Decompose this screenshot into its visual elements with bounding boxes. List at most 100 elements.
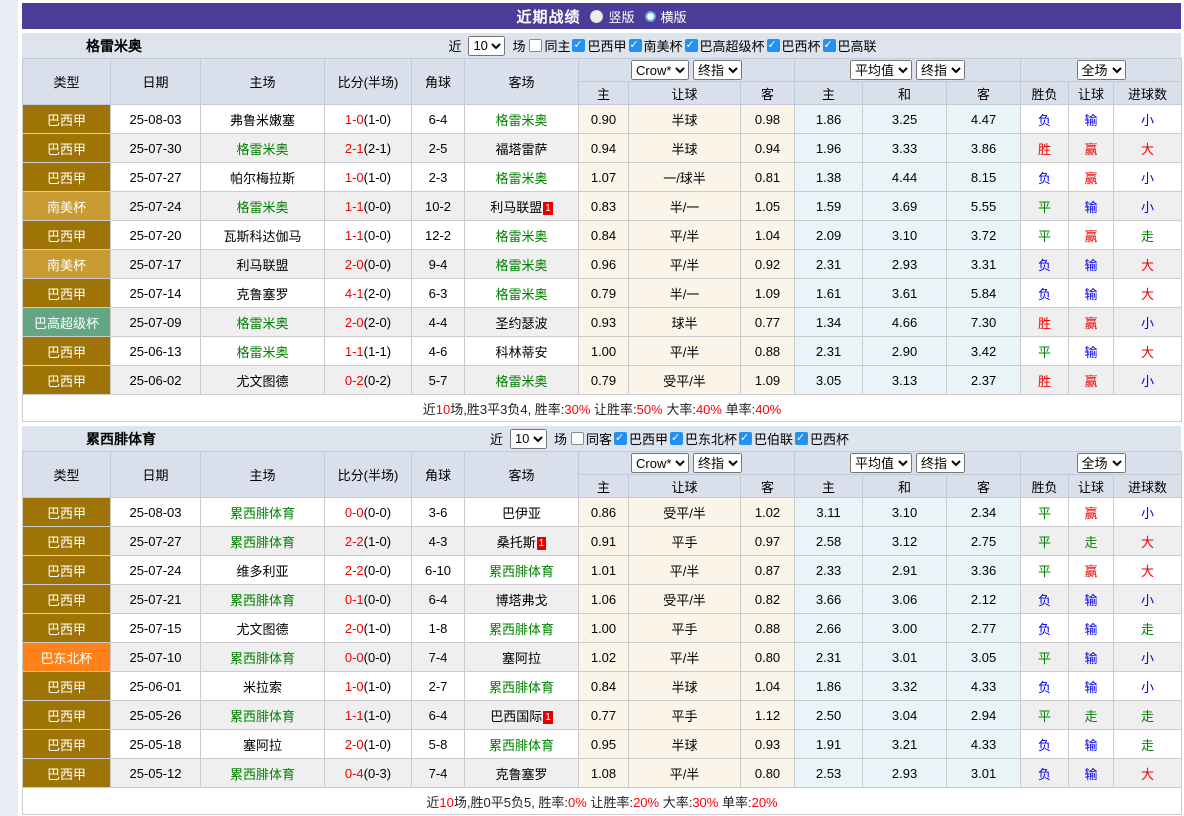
home-team-link[interactable]: 格雷米奥 bbox=[236, 345, 288, 360]
away-team-link[interactable]: 克鲁塞罗 bbox=[495, 767, 547, 782]
home-team-link[interactable]: 累西腓体育 bbox=[230, 709, 295, 724]
away-team-link[interactable]: 格雷米奥 bbox=[495, 287, 547, 302]
scope-select[interactable]: 全场 bbox=[1077, 453, 1126, 473]
horizontal-layout-radio[interactable]: 横版 bbox=[645, 7, 687, 26]
home-team-link[interactable]: 塞阿拉 bbox=[243, 738, 282, 753]
home-team-link[interactable]: 尤文图德 bbox=[236, 622, 288, 637]
away-team-link[interactable]: 格雷米奥 bbox=[495, 171, 547, 186]
average-odds-cell: 3.13 bbox=[863, 366, 947, 395]
home-team-link[interactable]: 累西腓体育 bbox=[230, 593, 295, 608]
result-cell: 小 bbox=[1114, 105, 1182, 134]
league-checkbox-label: 巴伯联 bbox=[754, 429, 793, 448]
home-team-link[interactable]: 累西腓体育 bbox=[230, 506, 295, 521]
away-team-link[interactable]: 福塔雷萨 bbox=[495, 142, 547, 157]
bookmaker-select[interactable]: Crow* bbox=[631, 453, 689, 473]
away-team-link[interactable]: 格雷米奥 bbox=[495, 113, 547, 128]
home-team-link[interactable]: 米拉索 bbox=[243, 680, 282, 695]
away-team-link[interactable]: 累西腓体育 bbox=[489, 680, 554, 695]
full-time-score: 2-0 bbox=[345, 737, 364, 752]
left-margin-strip bbox=[0, 0, 18, 816]
league-checkbox[interactable]: 南美杯 bbox=[629, 36, 683, 55]
home-team-link[interactable]: 克鲁塞罗 bbox=[236, 287, 288, 302]
away-team-link[interactable]: 博塔弗戈 bbox=[495, 593, 547, 608]
result-cell: 大 bbox=[1114, 556, 1182, 585]
home-team-link[interactable]: 利马联盟 bbox=[236, 258, 288, 273]
league-checkbox[interactable]: 巴西甲 bbox=[614, 429, 668, 448]
average-odds-cell: 3.42 bbox=[947, 337, 1021, 366]
corner-cell: 6-3 bbox=[412, 279, 465, 308]
half-time-score: (2-1) bbox=[364, 141, 391, 156]
home-team-link[interactable]: 累西腓体育 bbox=[230, 535, 295, 550]
home-team-link[interactable]: 瓦斯科达伽马 bbox=[223, 229, 301, 244]
away-team-link[interactable]: 圣约瑟波 bbox=[495, 316, 547, 331]
home-team-link[interactable]: 累西腓体育 bbox=[230, 651, 295, 666]
home-team-link[interactable]: 维多利亚 bbox=[236, 564, 288, 579]
away-team-cell: 累西腓体育 bbox=[465, 614, 579, 643]
summary-stat-value: 40% bbox=[755, 402, 781, 417]
away-team-link[interactable]: 巴伊亚 bbox=[502, 506, 541, 521]
away-team-link[interactable]: 累西腓体育 bbox=[489, 622, 554, 637]
result-cell: 胜 bbox=[1021, 308, 1069, 337]
away-team-link[interactable]: 巴西国际 bbox=[490, 709, 542, 724]
away-team-link[interactable]: 利马联盟 bbox=[490, 200, 542, 215]
home-team-link[interactable]: 帕尔梅拉斯 bbox=[230, 171, 295, 186]
home-team-cell: 维多利亚 bbox=[201, 556, 325, 585]
average-odds-cell: 2.58 bbox=[795, 527, 863, 556]
away-team-link[interactable]: 格雷米奥 bbox=[495, 374, 547, 389]
table-body: 巴西甲25-08-03弗鲁米嫩塞1-0(1-0)6-4格雷米奥0.90半球0.9… bbox=[23, 105, 1182, 422]
away-team-link[interactable]: 累西腓体育 bbox=[489, 564, 554, 579]
league-checkbox[interactable]: 巴西甲 bbox=[572, 36, 626, 55]
checked-checkbox-icon bbox=[795, 432, 808, 445]
column-header: 角球 bbox=[412, 452, 465, 498]
odds-stage-select[interactable]: 终指 bbox=[916, 453, 965, 473]
away-team-link[interactable]: 格雷米奥 bbox=[495, 258, 547, 273]
league-checkbox[interactable]: 巴西杯 bbox=[767, 36, 821, 55]
same-side-checkbox-label: 同主 bbox=[544, 36, 570, 55]
home-team-link[interactable]: 格雷米奥 bbox=[236, 200, 288, 215]
odds-stage-select[interactable]: 终指 bbox=[693, 453, 742, 473]
summary-row: 近10场,胜0平5负5, 胜率:0% 让胜率:20% 大率:30% 单率:20% bbox=[23, 788, 1182, 815]
summary-text: 单率: bbox=[722, 402, 755, 417]
away-team-cell: 格雷米奥 bbox=[465, 163, 579, 192]
odds-stage-select[interactable]: 终指 bbox=[693, 60, 742, 80]
summary-text: 大率: bbox=[659, 795, 692, 810]
odds-stage-select[interactable]: 终指 bbox=[916, 60, 965, 80]
away-team-link[interactable]: 科林蒂安 bbox=[495, 345, 547, 360]
bookmaker-select[interactable]: Crow* bbox=[631, 60, 689, 80]
average-odds-group-header: 平均值终指 bbox=[795, 59, 1021, 82]
home-team-link[interactable]: 格雷米奥 bbox=[236, 316, 288, 331]
average-select[interactable]: 平均值 bbox=[850, 453, 912, 473]
sub-column-header: 和 bbox=[863, 475, 947, 498]
half-time-score: (0-3) bbox=[364, 766, 391, 781]
away-team-cell: 桑托斯1 bbox=[465, 527, 579, 556]
league-checkbox[interactable]: 巴东北杯 bbox=[670, 429, 737, 448]
league-checkbox[interactable]: 巴伯联 bbox=[739, 429, 793, 448]
home-team-link[interactable]: 尤文图德 bbox=[236, 374, 288, 389]
league-checkbox[interactable]: 巴高超级杯 bbox=[685, 36, 765, 55]
recent-count-select[interactable]: 10 bbox=[510, 429, 547, 449]
sub-column-header: 胜负 bbox=[1021, 82, 1069, 105]
home-team-link[interactable]: 格雷米奥 bbox=[236, 142, 288, 157]
result-cell: 大 bbox=[1114, 527, 1182, 556]
score-cell: 2-0(1-0) bbox=[325, 614, 412, 643]
away-team-cell: 累西腓体育 bbox=[465, 556, 579, 585]
competition-type-cell: 巴西甲 bbox=[23, 105, 111, 134]
league-checkbox[interactable]: 巴高联 bbox=[823, 36, 877, 55]
away-team-link[interactable]: 桑托斯 bbox=[497, 535, 536, 550]
average-odds-cell: 1.34 bbox=[795, 308, 863, 337]
same-side-checkbox[interactable]: 同客 bbox=[571, 429, 612, 448]
same-side-checkbox[interactable]: 同主 bbox=[529, 36, 570, 55]
recent-count-select[interactable]: 10 bbox=[468, 36, 505, 56]
half-time-score: (0-2) bbox=[364, 373, 391, 388]
league-checkbox[interactable]: 巴西杯 bbox=[795, 429, 849, 448]
away-team-link[interactable]: 塞阿拉 bbox=[502, 651, 541, 666]
scope-select[interactable]: 全场 bbox=[1077, 60, 1126, 80]
home-team-link[interactable]: 弗鲁米嫩塞 bbox=[230, 113, 295, 128]
average-select[interactable]: 平均值 bbox=[850, 60, 912, 80]
vertical-layout-radio[interactable]: 竖版 bbox=[590, 7, 634, 26]
away-team-link[interactable]: 累西腓体育 bbox=[489, 738, 554, 753]
team-name: 格雷米奥 bbox=[22, 36, 142, 56]
home-team-link[interactable]: 累西腓体育 bbox=[230, 767, 295, 782]
away-team-link[interactable]: 格雷米奥 bbox=[495, 229, 547, 244]
red-card-badge: 1 bbox=[543, 711, 553, 724]
